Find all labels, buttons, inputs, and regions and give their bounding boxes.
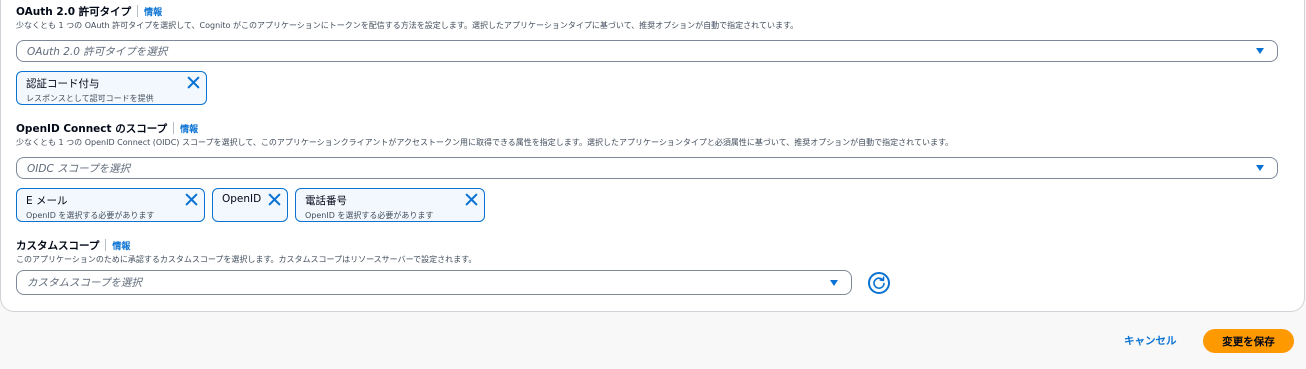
divider: [173, 122, 175, 134]
save-changes-button[interactable]: 変更を保存: [1203, 329, 1294, 353]
token-description: OpenID を選択する必要があります: [26, 211, 155, 220]
oidc-info-link[interactable]: 情報: [180, 122, 198, 135]
oidc-scope-label: OpenID Connect のスコープ: [16, 122, 168, 135]
oauth-grant-label: OAuth 2.0 許可タイプ: [16, 5, 132, 18]
oauth-grant-select[interactable]: OAuth 2.0 許可タイプを選択: [16, 40, 1278, 62]
oidc-scope-select[interactable]: OIDC スコープを選択: [16, 157, 1278, 179]
token-phone: 電話番号 OpenID を選択する必要があります: [295, 188, 485, 222]
custom-info-link[interactable]: 情報: [112, 239, 130, 252]
close-icon[interactable]: [268, 193, 281, 206]
caret-down-icon: [830, 279, 838, 286]
divider: [105, 239, 107, 251]
custom-scope-section: カスタムスコープ 情報 このアプリケーションのために承認するカスタムスコープを選…: [16, 237, 896, 295]
token-description: OpenID を選択する必要があります: [305, 211, 434, 220]
token-description: レスポンスとして認可コードを提供: [26, 94, 154, 103]
cancel-button[interactable]: キャンセル: [1116, 331, 1185, 351]
token-openid: OpenID: [212, 188, 288, 222]
close-icon[interactable]: [185, 193, 198, 206]
refresh-icon: [873, 276, 885, 289]
oauth-grant-section: OAuth 2.0 許可タイプ 情報 少なくとも 1 つの OAuth 許可タイ…: [16, 3, 1278, 105]
oidc-scope-description: 少なくとも 1 つの OpenID Connect (OIDC) スコープを選択…: [16, 138, 954, 147]
token-label: 電話番号: [305, 195, 347, 207]
close-icon[interactable]: [187, 76, 200, 89]
token-email: E メール OpenID を選択する必要があります: [16, 188, 205, 222]
oidc-token-group: E メール OpenID を選択する必要があります OpenID 電話番号 Op…: [16, 188, 485, 222]
oauth-token-group: 認証コード付与 レスポンスとして認可コードを提供: [16, 71, 207, 105]
refresh-button[interactable]: [868, 272, 890, 294]
oidc-scope-section: OpenID Connect のスコープ 情報 少なくとも 1 つの OpenI…: [16, 120, 1278, 222]
token-label: E メール: [26, 195, 68, 207]
token-label: 認証コード付与: [26, 78, 100, 90]
oauth-grant-placeholder: OAuth 2.0 許可タイプを選択: [27, 45, 168, 58]
divider: [137, 5, 139, 17]
custom-scope-select[interactable]: カスタムスコープを選択: [16, 270, 852, 295]
oauth-grant-description: 少なくとも 1 つの OAuth 許可タイプを選択して、Cognito がこのア…: [16, 21, 799, 30]
oauth-info-link[interactable]: 情報: [144, 5, 162, 18]
custom-scope-description: このアプリケーションのために承認するカスタムスコープを選択します。カスタムスコー…: [16, 255, 477, 264]
token-label: OpenID: [222, 193, 262, 205]
token-authorization-code: 認証コード付与 レスポンスとして認可コードを提供: [16, 71, 207, 105]
custom-scope-placeholder: カスタムスコープを選択: [27, 277, 142, 289]
settings-card: OAuth 2.0 許可タイプ 情報 少なくとも 1 つの OAuth 許可タイ…: [0, 0, 1305, 312]
oidc-scope-placeholder: OIDC スコープを選択: [27, 162, 130, 175]
caret-down-icon: [1256, 48, 1264, 54]
close-icon[interactable]: [465, 193, 478, 206]
caret-down-icon: [1256, 165, 1264, 171]
custom-scope-label: カスタムスコープ: [16, 239, 100, 252]
